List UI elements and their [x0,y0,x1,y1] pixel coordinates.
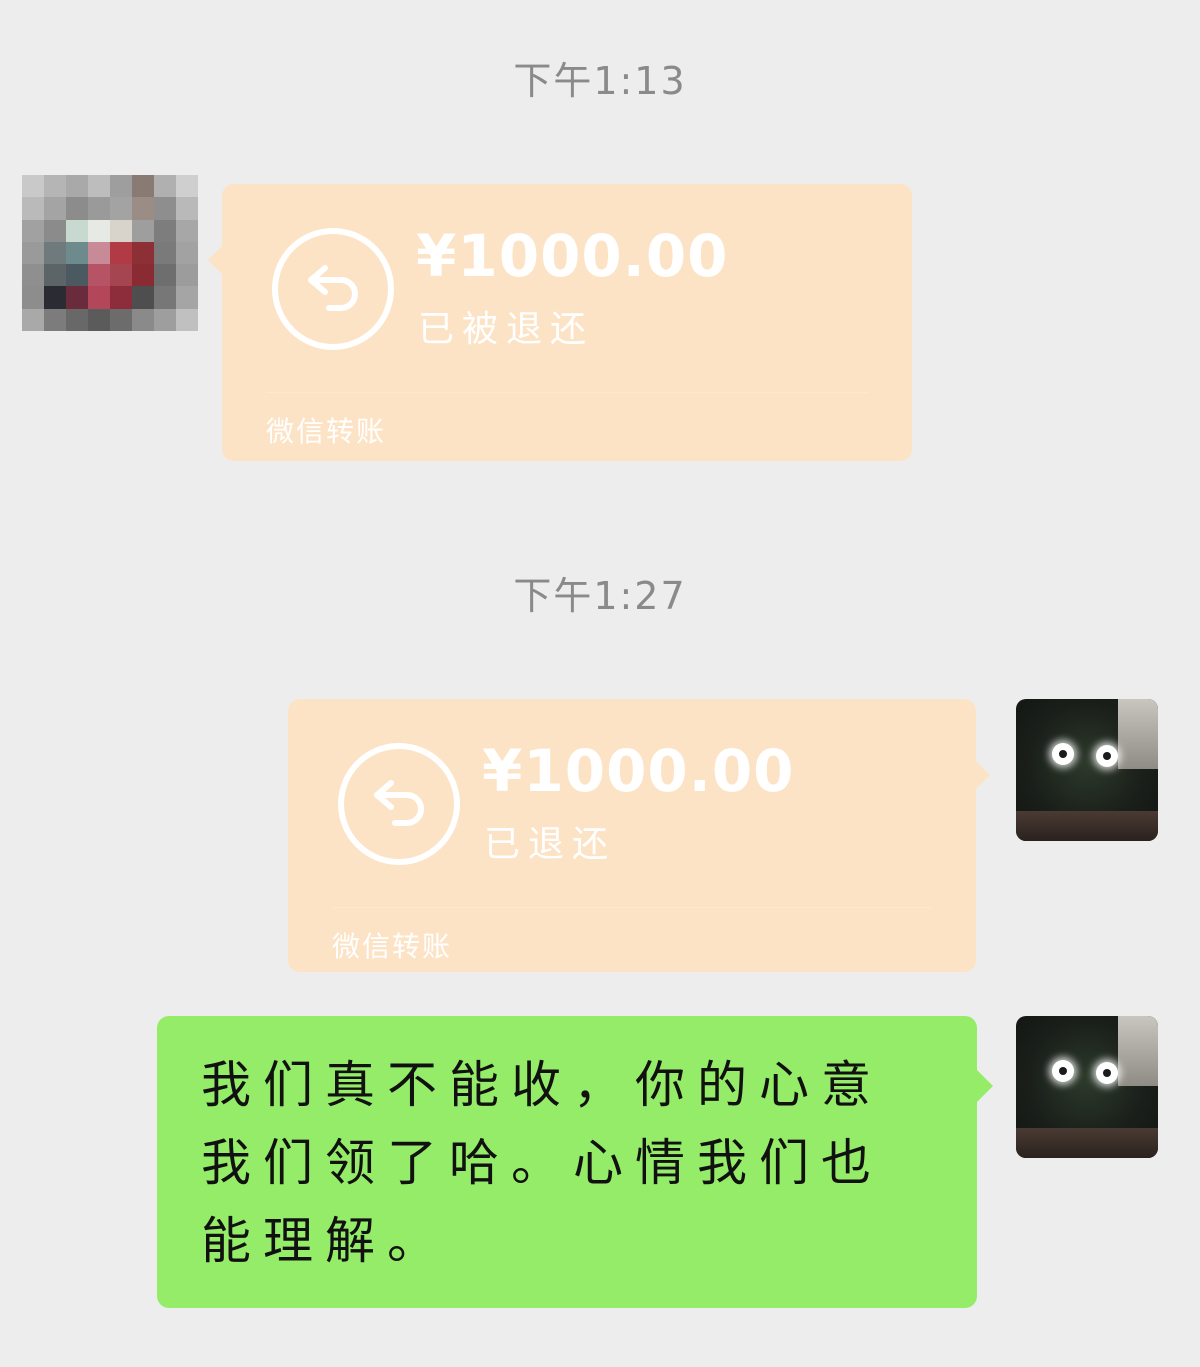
bubble-tail [976,761,990,789]
transfer-bubble[interactable]: ¥1000.00 已被退还 微信转账 [208,184,912,461]
transfer-status: 已被退还 [418,309,595,350]
transfer-status: 已退还 [484,824,617,865]
self-avatar[interactable] [1016,1016,1158,1158]
divider [266,392,868,393]
transfer-amount: ¥1000.00 [416,222,729,290]
bubble-tail [208,246,222,274]
text-message-bubble[interactable]: 我们真不能收，你的心意我们领了哈。心情我们也能理解。 [157,1016,993,1308]
contact-avatar[interactable] [22,175,198,331]
transfer-bubble[interactable]: ¥1000.00 已退还 微信转账 [288,699,990,972]
chat-timestamp: 下午1:13 [513,59,687,103]
return-arrow-icon [272,228,394,350]
transfer-amount: ¥1000.00 [482,737,795,805]
message-text: 我们真不能收，你的心意我们领了哈。心情我们也能理解。 [201,1056,883,1270]
transfer-footer-label: 微信转账 [266,415,387,448]
divider [332,907,932,908]
transfer-footer-label: 微信转账 [332,930,453,963]
self-avatar[interactable] [1016,699,1158,841]
return-arrow-icon [338,743,460,865]
chat-timestamp: 下午1:27 [513,574,687,618]
bubble-tail [977,1070,993,1102]
